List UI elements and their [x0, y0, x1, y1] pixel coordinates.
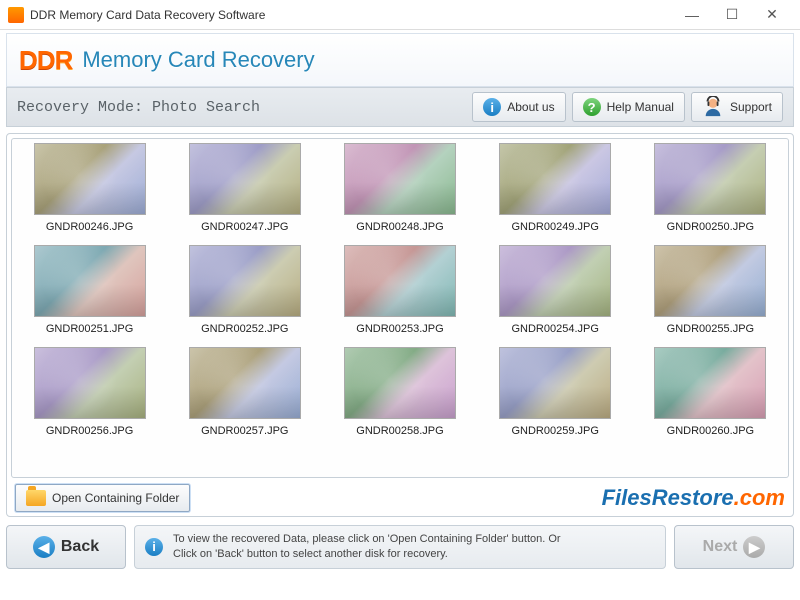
- thumbnail-image: [34, 245, 146, 317]
- brand-link[interactable]: FilesRestore.com: [602, 485, 785, 511]
- filename-label: GNDR00257.JPG: [201, 425, 288, 437]
- product-name: Memory Card Recovery: [82, 47, 314, 73]
- thumbnail-item[interactable]: GNDR00259.JPG: [480, 347, 631, 445]
- back-label: Back: [61, 538, 99, 556]
- open-containing-folder-button[interactable]: Open Containing Folder: [15, 484, 190, 512]
- thumbnail-item[interactable]: GNDR00246.JPG: [14, 143, 165, 241]
- mode-bar: Recovery Mode: Photo Search i About us ?…: [6, 87, 794, 127]
- thumbnail-image: [654, 347, 766, 419]
- support-icon: [702, 96, 724, 118]
- close-button[interactable]: ✕: [752, 1, 792, 29]
- minimize-button[interactable]: —: [672, 1, 712, 29]
- filename-label: GNDR00248.JPG: [356, 221, 443, 233]
- thumbnail-item[interactable]: GNDR00256.JPG: [14, 347, 165, 445]
- about-label: About us: [507, 100, 554, 114]
- thumbnail-image: [654, 245, 766, 317]
- filename-label: GNDR00259.JPG: [511, 425, 598, 437]
- thumbnail-image: [189, 245, 301, 317]
- thumbnail-image: [499, 143, 611, 215]
- window-title: DDR Memory Card Data Recovery Software: [30, 8, 672, 22]
- next-label: Next: [703, 538, 738, 556]
- app-icon: [8, 7, 24, 23]
- folder-icon: [26, 490, 46, 506]
- thumbnail-item[interactable]: GNDR00257.JPG: [169, 347, 320, 445]
- hint-line-1: To view the recovered Data, please click…: [173, 532, 561, 547]
- filename-label: GNDR00250.JPG: [667, 221, 754, 233]
- filename-label: GNDR00260.JPG: [667, 425, 754, 437]
- back-button[interactable]: ◀ Back: [6, 525, 126, 569]
- thumbnail-image: [189, 143, 301, 215]
- thumbnail-item[interactable]: GNDR00247.JPG: [169, 143, 320, 241]
- filename-label: GNDR00247.JPG: [201, 221, 288, 233]
- thumbnail-item[interactable]: GNDR00253.JPG: [324, 245, 475, 343]
- info-icon: i: [145, 538, 163, 556]
- filename-label: GNDR00255.JPG: [667, 323, 754, 335]
- info-icon: i: [483, 98, 501, 116]
- help-label: Help Manual: [607, 100, 674, 114]
- about-button[interactable]: i About us: [472, 92, 565, 122]
- filename-label: GNDR00246.JPG: [46, 221, 133, 233]
- titlebar: DDR Memory Card Data Recovery Software —…: [0, 0, 800, 30]
- hint-panel: i To view the recovered Data, please cli…: [134, 525, 666, 569]
- filename-label: GNDR00258.JPG: [356, 425, 443, 437]
- thumbnail-image: [189, 347, 301, 419]
- thumbnail-item[interactable]: GNDR00254.JPG: [480, 245, 631, 343]
- thumbnail-image: [34, 143, 146, 215]
- hint-line-2: Click on 'Back' button to select another…: [173, 547, 561, 562]
- filename-label: GNDR00252.JPG: [201, 323, 288, 335]
- next-arrow-icon: ▶: [743, 536, 765, 558]
- thumbnail-image: [499, 245, 611, 317]
- thumbnail-item[interactable]: GNDR00249.JPG: [480, 143, 631, 241]
- help-icon: ?: [583, 98, 601, 116]
- thumbnail-image: [654, 143, 766, 215]
- thumbnail-grid: GNDR00246.JPG GNDR00247.JPG GNDR00248.JPG G…: [12, 139, 788, 449]
- thumbnail-item[interactable]: GNDR00260.JPG: [635, 347, 786, 445]
- footer: ◀ Back i To view the recovered Data, ple…: [6, 525, 794, 569]
- thumbnail-image: [499, 347, 611, 419]
- thumbnail-image: [344, 143, 456, 215]
- support-label: Support: [730, 100, 772, 114]
- thumbnail-image: [344, 245, 456, 317]
- filename-label: GNDR00251.JPG: [46, 323, 133, 335]
- logo: DDR: [19, 45, 72, 76]
- recovery-mode-label: Recovery Mode: Photo Search: [17, 99, 466, 116]
- support-button[interactable]: Support: [691, 92, 783, 122]
- thumbnail-item[interactable]: GNDR00252.JPG: [169, 245, 320, 343]
- filename-label: GNDR00253.JPG: [356, 323, 443, 335]
- maximize-button[interactable]: ☐: [712, 1, 752, 29]
- thumbnail-item[interactable]: GNDR00248.JPG: [324, 143, 475, 241]
- thumbnail-grid-scroll[interactable]: GNDR00246.JPG GNDR00247.JPG GNDR00248.JPG G…: [11, 138, 789, 478]
- open-folder-label: Open Containing Folder: [52, 491, 179, 505]
- thumbnail-item[interactable]: GNDR00250.JPG: [635, 143, 786, 241]
- filename-label: GNDR00249.JPG: [511, 221, 598, 233]
- thumbnail-item[interactable]: GNDR00251.JPG: [14, 245, 165, 343]
- help-button[interactable]: ? Help Manual: [572, 92, 685, 122]
- thumbnail-item[interactable]: GNDR00258.JPG: [324, 347, 475, 445]
- filename-label: GNDR00256.JPG: [46, 425, 133, 437]
- content-panel: GNDR00246.JPG GNDR00247.JPG GNDR00248.JPG G…: [6, 133, 794, 517]
- filename-label: GNDR00254.JPG: [511, 323, 598, 335]
- thumbnail-item[interactable]: GNDR00255.JPG: [635, 245, 786, 343]
- back-arrow-icon: ◀: [33, 536, 55, 558]
- next-button: Next ▶: [674, 525, 794, 569]
- open-row: Open Containing Folder FilesRestore.com: [11, 484, 789, 512]
- app-header: DDR Memory Card Recovery: [6, 33, 794, 87]
- thumbnail-image: [34, 347, 146, 419]
- thumbnail-image: [344, 347, 456, 419]
